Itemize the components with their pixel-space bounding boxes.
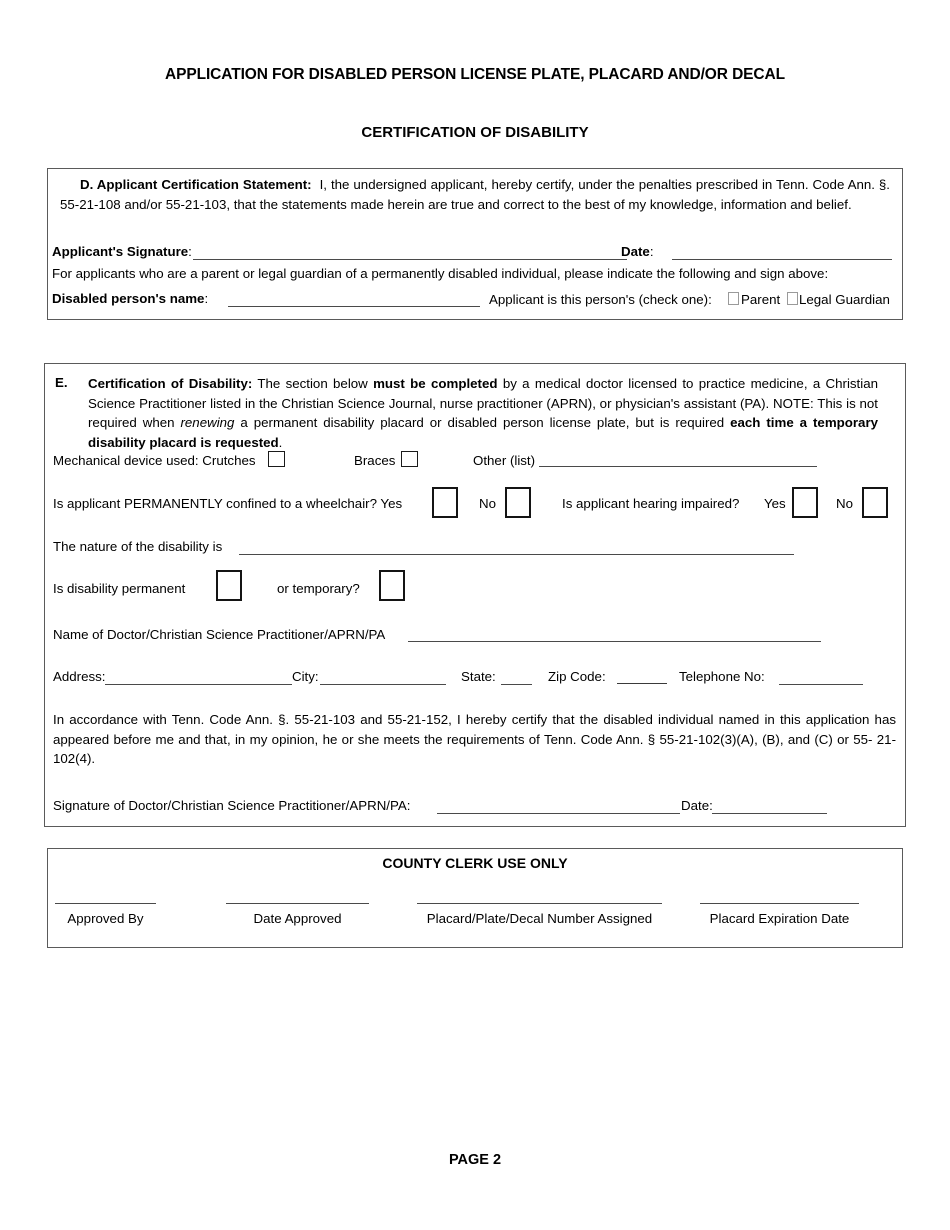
parent-checkbox[interactable] — [728, 292, 739, 305]
braces-label: Braces — [354, 453, 396, 468]
wheelchair-no-checkbox[interactable] — [505, 487, 531, 518]
doctor-name-line[interactable] — [408, 641, 821, 642]
county-clerk-title: COUNTY CLERK USE ONLY — [382, 855, 568, 871]
section-d-heading: D. Applicant Certification Statement: — [80, 177, 312, 192]
section-e-letter: E. — [55, 375, 68, 390]
date-approved-label: Date Approved — [253, 911, 342, 926]
hearing-yes-label: Yes — [764, 496, 786, 511]
other-list-label: Other (list) — [473, 453, 536, 468]
applicant-date-line[interactable] — [672, 259, 892, 260]
section-e-body-5: . — [278, 434, 283, 450]
page-title: APPLICATION FOR DISABLED PERSON LICENSE … — [165, 66, 785, 83]
section-e-renewing: renewing — [180, 415, 235, 430]
accordance-paragraph: In accordance with Tenn. Code Ann. §. 55… — [53, 712, 896, 766]
hearing-question: Is applicant hearing impaired? — [562, 496, 740, 511]
address-line[interactable] — [105, 684, 292, 685]
doctor-date-line[interactable] — [712, 813, 827, 814]
crutches-checkbox[interactable] — [268, 451, 285, 467]
applicant-signature-label: Applicant's Signature: — [52, 244, 192, 259]
section-e-must-be-completed: must be completed — [373, 376, 498, 391]
check-one-label: Applicant is this person's (check one): — [489, 292, 712, 307]
disability-temporary-label: or temporary? — [277, 581, 360, 596]
placard-number-line[interactable] — [417, 903, 662, 904]
wheelchair-yes-checkbox[interactable] — [432, 487, 458, 518]
state-line[interactable] — [501, 684, 532, 685]
legal-guardian-checkbox[interactable] — [787, 292, 798, 305]
placard-expiration-label: Placard Expiration Date — [709, 911, 850, 926]
page-footer: PAGE 2 — [448, 1152, 502, 1168]
legal-guardian-label: Legal Guardian — [799, 292, 890, 307]
approved-by-line[interactable] — [55, 903, 156, 904]
date-approved-line[interactable] — [226, 903, 369, 904]
hearing-no-checkbox[interactable] — [862, 487, 888, 518]
disabled-person-name-label: Disabled person's name: — [52, 291, 209, 306]
telephone-line[interactable] — [779, 684, 863, 685]
city-line[interactable] — [320, 684, 446, 685]
doctor-name-label: Name of Doctor/Christian Science Practit… — [53, 627, 386, 642]
section-e-body-3: a permanent disability placard or disabl… — [240, 415, 626, 430]
mechanical-device-label: Mechanical device used: Crutches — [53, 453, 256, 468]
wheelchair-question: Is applicant PERMANENTLY confined to a w… — [53, 496, 403, 511]
section-e-body-1: The section below — [257, 376, 368, 391]
disability-permanent-checkbox[interactable] — [216, 570, 242, 601]
parent-label: Parent — [741, 292, 781, 307]
address-label: Address: — [53, 669, 106, 684]
disability-temporary-checkbox[interactable] — [379, 570, 405, 601]
section-e-heading: Certification of Disability: — [88, 376, 253, 391]
applicant-date-label: Date: — [621, 244, 654, 259]
braces-checkbox[interactable] — [401, 451, 418, 467]
zip-code-label: Zip Code: — [548, 669, 606, 684]
disabled-person-name-line[interactable] — [228, 306, 480, 307]
other-list-line[interactable] — [539, 466, 817, 467]
disability-permanent-label: Is disability permanent — [53, 581, 186, 596]
hearing-yes-checkbox[interactable] — [792, 487, 818, 518]
zip-code-line[interactable] — [617, 683, 667, 684]
doctor-signature-line[interactable] — [437, 813, 680, 814]
wheelchair-no-label: No — [479, 496, 496, 511]
guardian-note: For applicants who are a parent or legal… — [52, 266, 829, 281]
telephone-label: Telephone No: — [679, 669, 765, 684]
section-e-paragraph: Certification of Disability: The section… — [88, 374, 878, 452]
nature-of-disability-line[interactable] — [239, 554, 794, 555]
section-d-paragraph: D. Applicant Certification Statement: I,… — [60, 175, 890, 214]
page-subtitle: CERTIFICATION OF DISABILITY — [361, 124, 589, 141]
placard-number-label: Placard/Plate/Decal Number Assigned — [426, 911, 653, 926]
placard-expiration-line[interactable] — [700, 903, 859, 904]
nature-of-disability-label: The nature of the disability is — [53, 539, 223, 554]
state-label: State: — [461, 669, 496, 684]
doctor-date-label: Date: — [681, 798, 713, 813]
document-page: APPLICATION FOR DISABLED PERSON LICENSE … — [0, 0, 950, 1230]
doctor-signature-label: Signature of Doctor/Christian Science Pr… — [53, 798, 411, 813]
city-label: City: — [292, 669, 319, 684]
hearing-no-label: No — [836, 496, 853, 511]
applicant-signature-line[interactable] — [193, 259, 627, 260]
section-e-body-4: , but is required — [625, 415, 725, 430]
approved-by-label: Approved By — [67, 911, 144, 926]
